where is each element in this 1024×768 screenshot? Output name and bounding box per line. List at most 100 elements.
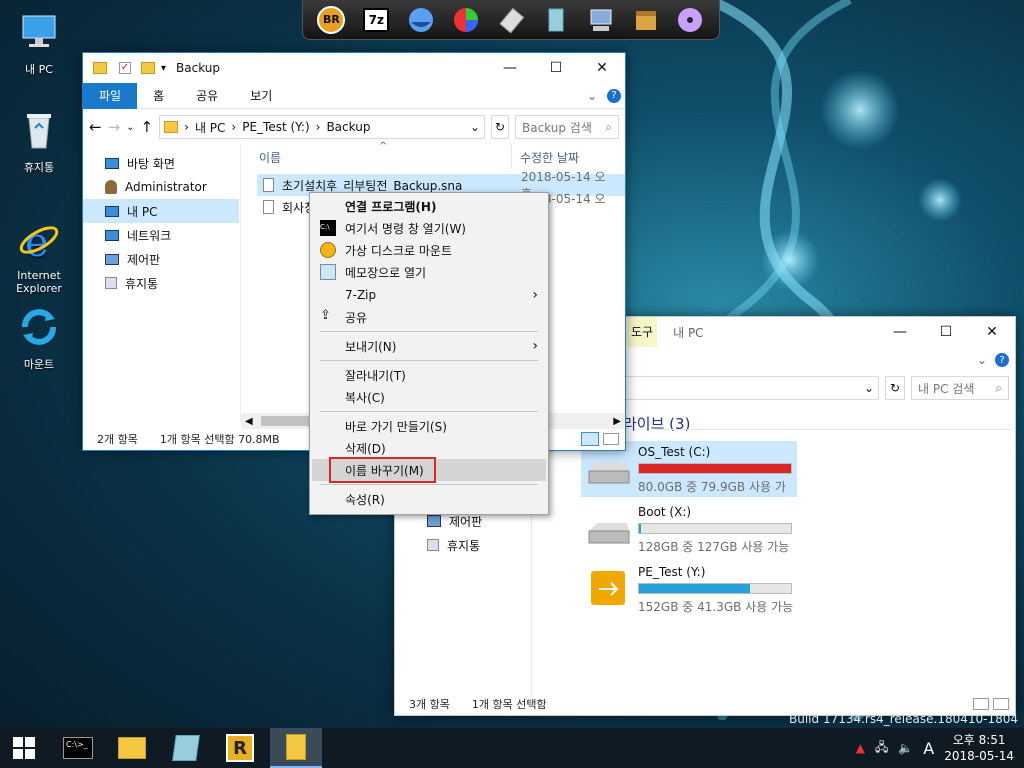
menu-item-share[interactable]: ⇪ 공유 [312,306,546,328]
back-arrow-icon[interactable]: ← [89,118,102,136]
desktop-icon-mount[interactable]: 마운트 [8,305,70,372]
desktop-icon-internet-explorer[interactable]: e Internet Explorer [8,205,70,308]
section-header[interactable]: 라이브 (3) [623,413,690,434]
ribbon-tab-file[interactable]: 파일 [83,82,138,109]
menu-item-send-to[interactable]: 보내기(N) › [312,335,546,357]
ime-indicator[interactable]: A [923,739,934,758]
menu-item-copy[interactable]: 복사(C) [312,386,546,408]
nav-label: Administrator [125,180,207,194]
computer-icon [105,205,119,217]
desktop-icon-label: 내 PC [25,63,53,76]
nav-item-control-panel[interactable]: 제어판 [83,247,239,271]
breadcrumb-separator-icon[interactable]: › [231,120,236,134]
menu-item-open-notepad[interactable]: 메모장으로 열기 [312,261,546,283]
menu-item-delete[interactable]: 삭제(D) [312,437,546,459]
up-arrow-icon[interactable]: ↑ [141,118,154,136]
large-icons-view-icon[interactable] [993,698,1009,710]
column-header-date[interactable]: 수정한 날짜 [520,149,579,166]
search-input[interactable]: Backup 검색 ⌕ [515,115,619,139]
nav-item-network[interactable]: 네트워크 [83,223,239,247]
drive-usage-bar [638,523,792,534]
maximize-button[interactable]: ☐ [533,53,579,83]
maximize-button[interactable]: ☐ [923,317,969,347]
forward-arrow-icon[interactable]: → [108,118,121,136]
taskbar-notes[interactable] [162,728,210,768]
properties-check-icon[interactable]: ✓ [119,62,131,74]
menu-item-create-shortcut[interactable]: 바로 가기 만들기(S) [312,415,546,437]
ribbon-tab-share[interactable]: 공유 [180,83,234,109]
menu-item-cut[interactable]: 잘라내기(T) [312,364,546,386]
launcher-disk-tool-button[interactable] [404,3,438,37]
network-icon[interactable]: 🖧 [875,738,888,759]
breadcrumb-item[interactable]: PE_Test (Y:) [242,120,309,134]
scroll-left-icon[interactable]: ◀ [245,416,253,427]
dropdown-icon[interactable]: ⌄ [864,381,874,395]
large-icons-view-icon[interactable] [603,433,619,445]
minimize-button[interactable]: — [877,317,923,347]
launcher-book-button[interactable] [539,3,573,37]
menu-item-open-with[interactable]: 연결 프로그램(H) [312,195,546,217]
help-icon[interactable]: ? [995,353,1009,367]
quick-access-dropdown-icon[interactable]: ▾ [161,63,166,74]
chevron-down-icon[interactable]: ⌄ [977,353,987,367]
breadcrumb-item[interactable]: 내 PC [195,119,225,136]
close-button[interactable]: ✕ [579,53,625,83]
clock[interactable]: 오후 8:51 2018-05-14 [944,732,1014,764]
recycle-bin-icon [427,539,439,551]
menu-item-7zip[interactable]: 7-Zip › [312,284,546,306]
launcher-computer-button[interactable] [584,3,618,37]
drive-info: 152GB 중 41.3GB 사용 가능 [638,600,794,614]
launcher-disc-button[interactable] [673,3,707,37]
launcher-usb-button[interactable] [494,3,528,37]
breadcrumb-separator-icon[interactable]: › [316,120,321,134]
menu-item-properties[interactable]: 속성(R) [312,488,546,510]
details-view-icon[interactable] [581,432,599,446]
volume-icon[interactable]: 🔈 [898,741,913,755]
recent-dropdown-icon[interactable]: ⌄ [126,122,134,133]
taskbar-r-app[interactable]: R [216,728,264,768]
drive-item-y[interactable]: PE_Test (Y:) 152GB 중 41.3GB 사용 가능 [581,561,797,617]
ribbon-tab-tools[interactable]: 도구 [627,317,658,347]
ribbon-tab-home[interactable]: 홈 [137,83,180,109]
disc-icon [320,242,336,258]
desktop-icon-my-pc[interactable]: 내 PC [8,10,70,77]
breadcrumb-separator-icon[interactable]: › [184,120,189,134]
ribbon-tab-view[interactable]: 보기 [234,83,288,109]
breadcrumb-item[interactable]: Backup [326,120,370,134]
nav-item-desktop[interactable]: 바탕 화면 [83,151,239,175]
help-icon[interactable]: ? [607,88,621,103]
search-input[interactable]: 내 PC 검색 ⌕ [911,376,1009,400]
refresh-button[interactable]: ↻ [885,376,905,400]
taskbar-folder-active[interactable] [270,728,322,768]
nav-item-recycle-bin[interactable]: 휴지통 [405,533,525,557]
address-bar[interactable]: › 내 PC › PE_Test (Y:) › Backup ⌄ [159,115,485,139]
refresh-button[interactable]: ↻ [491,115,509,139]
new-folder-icon[interactable] [141,62,155,74]
minimize-button[interactable]: — [487,53,533,83]
launcher-partition-button[interactable] [449,3,483,37]
taskbar-cmd[interactable]: C:\>_ [54,728,102,768]
launcher-7zip-button[interactable]: 7z [359,3,393,37]
nav-item-my-pc[interactable]: 내 PC [83,199,239,223]
drive-item-x[interactable]: Boot (X:) 128GB 중 127GB 사용 가능 [581,501,797,557]
menu-label: 연결 프로그램(H) [345,199,437,214]
menu-item-open-cmd[interactable]: C:\ 여기서 명령 창 열기(W) [312,217,546,239]
column-header-name[interactable]: 이름 [259,149,281,166]
menu-item-mount-vhd[interactable]: 가상 디스크로 마운트 [312,239,546,261]
details-view-icon[interactable] [973,698,989,710]
launcher-box-button[interactable] [629,3,663,37]
notification-arrow-icon[interactable]: ▲ [856,741,865,755]
start-button[interactable] [0,728,48,768]
close-button[interactable]: ✕ [969,317,1015,347]
menu-label: 속성(R) [345,492,385,507]
launcher-br-button[interactable]: BR [314,3,348,37]
dropdown-icon[interactable]: ⌄ [470,120,480,134]
chevron-down-icon[interactable]: ⌄ [587,89,597,103]
drive-info: 128GB 중 127GB 사용 가능 [638,540,790,554]
nav-item-administrator[interactable]: Administrator [83,175,239,199]
nav-item-recycle-bin[interactable]: 휴지통 [83,271,239,295]
scroll-right-icon[interactable]: ▶ [613,416,621,427]
taskbar-file-explorer[interactable] [108,728,156,768]
menu-label: 보내기(N) [345,339,397,354]
desktop-icon-recycle-bin[interactable]: 휴지통 [8,108,70,175]
